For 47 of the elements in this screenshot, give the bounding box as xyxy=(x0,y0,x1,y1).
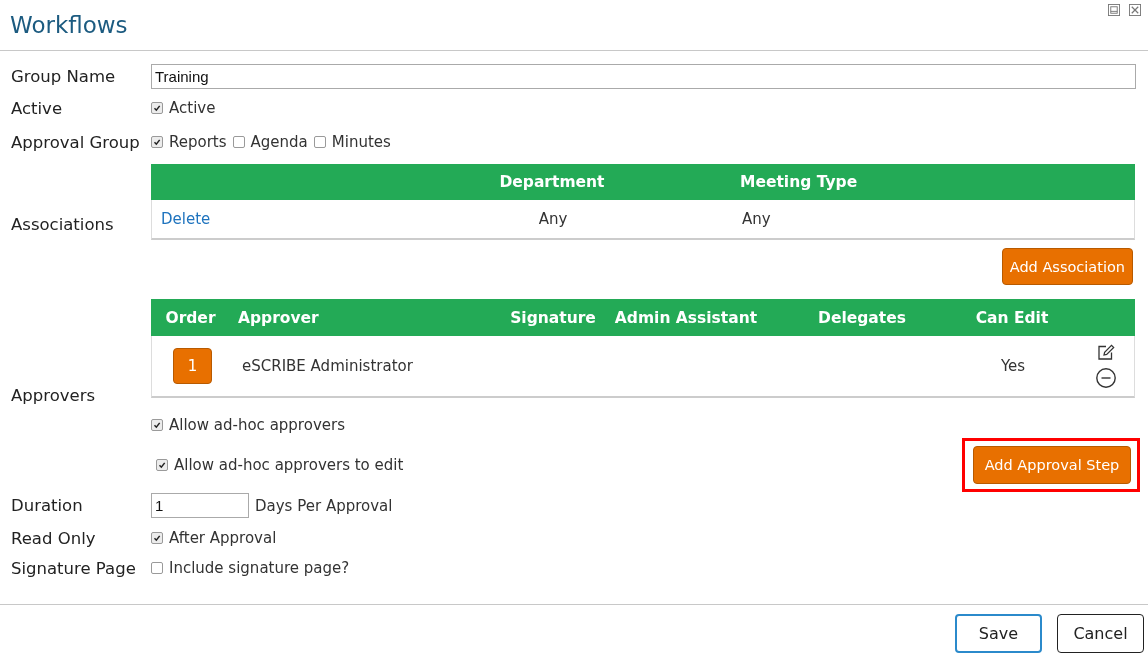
column-header: Meeting Type xyxy=(739,173,859,191)
delete-link[interactable]: Delete xyxy=(161,210,211,228)
duration-input[interactable]: 1 xyxy=(151,493,249,518)
checkbox-label: Active xyxy=(169,99,216,117)
table-cell-text: Any xyxy=(741,210,772,228)
unit-label: Days Per Approval xyxy=(255,496,393,515)
field-label: Group Name xyxy=(11,66,117,86)
checkbox-label: Include signature page? xyxy=(169,559,350,577)
checkbox-label: Minutes xyxy=(331,133,391,151)
column-header: Delegates xyxy=(817,308,907,327)
column-header: Admin Assistant xyxy=(613,308,759,327)
field-label: Duration xyxy=(11,496,84,515)
edit-icon[interactable] xyxy=(1097,344,1115,360)
group-name-input[interactable]: Training xyxy=(151,63,1136,89)
checkbox-label: Allow ad-hoc approvers to edit xyxy=(174,456,404,474)
field-label: Associations xyxy=(11,215,115,234)
dialog-button[interactable]: Cancel xyxy=(1057,614,1144,653)
table-cell-text: Yes xyxy=(999,357,1027,375)
column-header: Order xyxy=(164,308,217,327)
checkbox[interactable] xyxy=(313,136,326,148)
checkbox[interactable] xyxy=(151,419,163,431)
checkbox[interactable] xyxy=(151,562,163,574)
window-title: Workflows xyxy=(10,12,128,38)
checkbox[interactable] xyxy=(151,532,163,544)
checkbox-label: Reports xyxy=(169,133,227,151)
field-label: Read Only xyxy=(11,528,97,548)
window-icon[interactable] xyxy=(1108,4,1120,16)
checkbox[interactable] xyxy=(151,136,163,148)
column-header: Approver xyxy=(237,308,320,327)
checkbox[interactable] xyxy=(156,459,168,471)
table-cell-text: eSCRIBE Administrator xyxy=(241,357,414,375)
checkbox-label: Agenda xyxy=(250,133,308,151)
column-header: Department xyxy=(498,173,606,191)
close-icon[interactable] xyxy=(1129,4,1141,16)
column-header: Signature xyxy=(509,308,597,327)
column-header: Can Edit xyxy=(974,308,1050,327)
field-label: Approvers xyxy=(11,386,97,405)
field-label: Signature Page xyxy=(11,558,137,578)
field-label: Active xyxy=(11,98,64,118)
table-cell-text: Any xyxy=(537,210,569,228)
checkbox-label: Allow ad-hoc approvers xyxy=(169,416,345,434)
checkbox[interactable] xyxy=(151,102,163,114)
dialog-button[interactable]: Save xyxy=(955,614,1042,653)
field-label: Approval Group xyxy=(11,132,141,152)
checkbox[interactable] xyxy=(232,136,245,148)
checkbox-label: After Approval xyxy=(169,529,277,547)
remove-icon[interactable] xyxy=(1096,368,1116,388)
